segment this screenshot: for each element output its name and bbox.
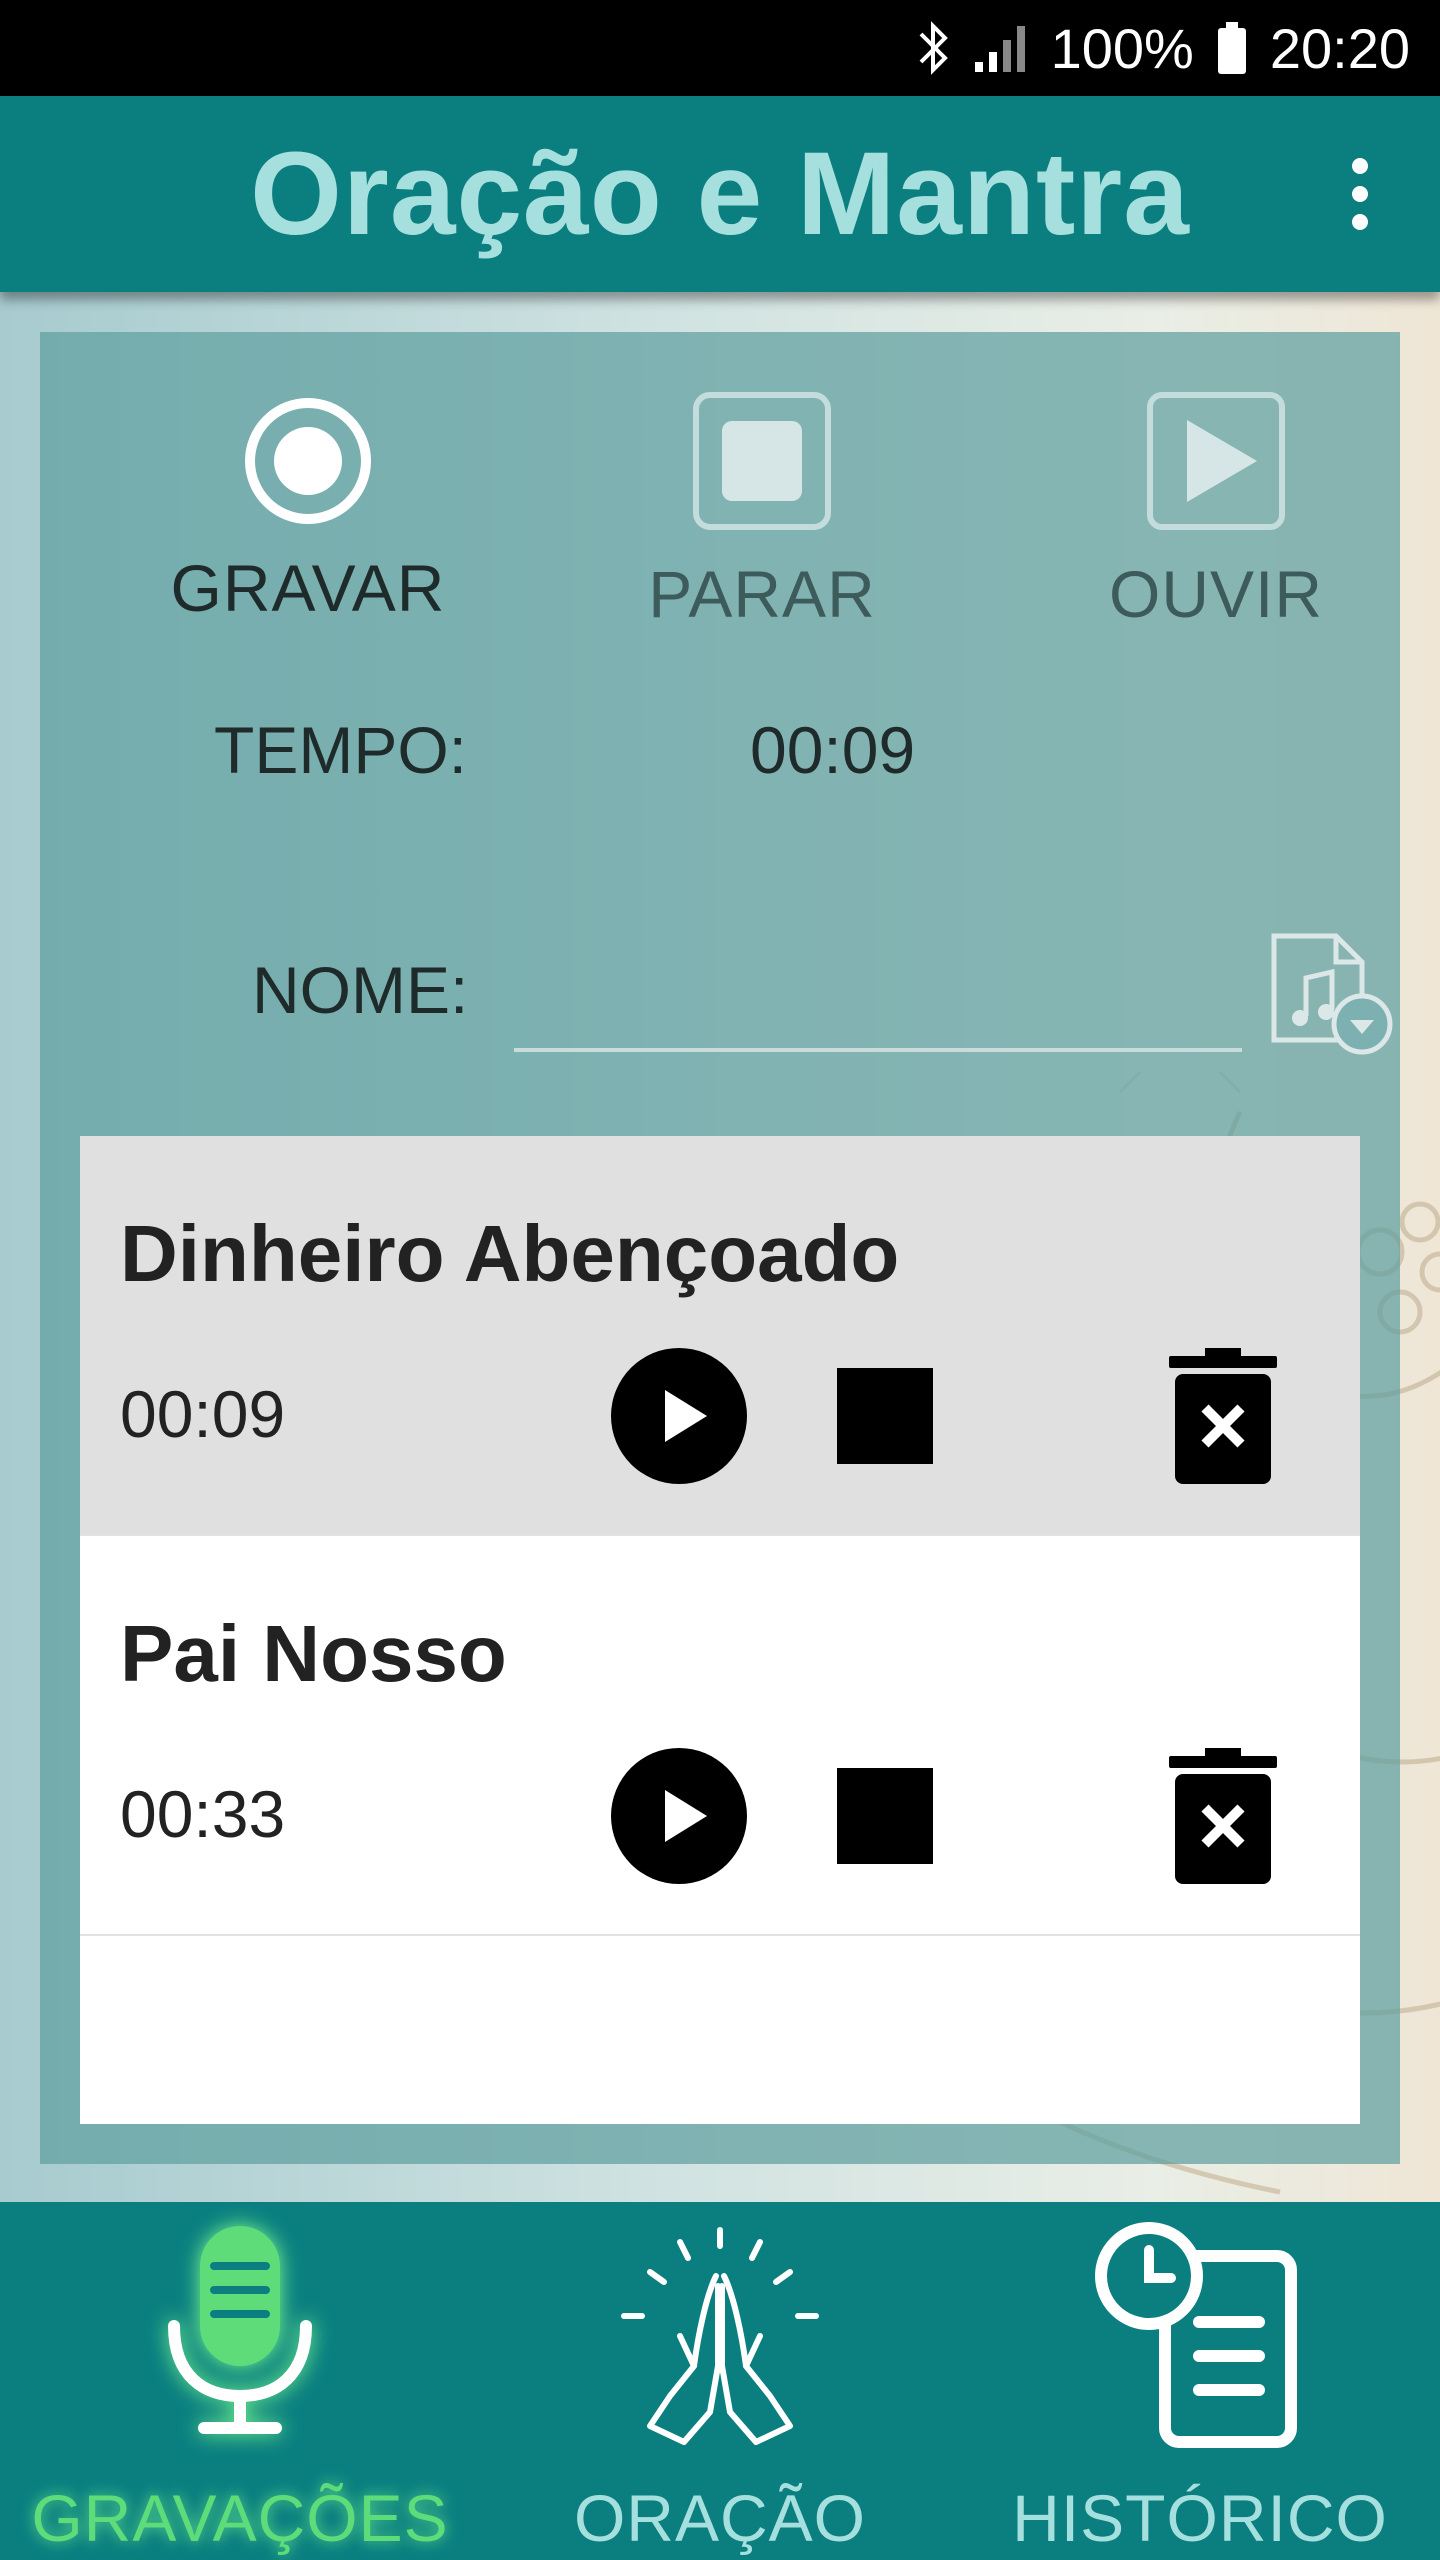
nav-label-recordings: GRAVAÇÕES (31, 2481, 449, 2555)
name-input[interactable] (514, 932, 1242, 1052)
battery-icon (1217, 22, 1246, 74)
record-icon (245, 398, 371, 524)
stop-square-icon[interactable] (837, 1368, 933, 1464)
stop-square-icon[interactable] (837, 1768, 933, 1864)
play-circle-icon[interactable] (611, 1748, 747, 1884)
status-time: 20:20 (1269, 16, 1410, 80)
record-label: GRAVAR (170, 551, 446, 625)
recordings-list: Dinheiro Abençoado 00:09 Pai Nosso 00:33 (80, 1136, 1360, 2124)
battery-percent: 100% (1050, 16, 1194, 80)
nav-item-prayer[interactable]: ORAÇÃO (540, 2202, 900, 2560)
recording-duration: 00:33 (120, 1777, 286, 1851)
bluetooth-icon (919, 21, 948, 75)
list-item[interactable]: Dinheiro Abençoado 00:09 (80, 1136, 1360, 1536)
play-label: OUVIR (1108, 557, 1324, 631)
record-button[interactable]: GRAVAR (158, 396, 458, 626)
list-item[interactable]: Pai Nosso 00:33 (80, 1536, 1360, 1936)
play-icon (1147, 392, 1285, 530)
stop-icon (693, 392, 831, 530)
history-document-icon (1095, 2222, 1297, 2448)
time-value: 00:09 (750, 713, 916, 787)
music-file-icon[interactable] (1266, 930, 1396, 1060)
name-label: NOME: (252, 953, 469, 1027)
delete-icon[interactable] (1167, 1748, 1279, 1884)
nav-label-prayer: ORAÇÃO (573, 2481, 867, 2555)
app-bar: Oração e Mantra (0, 96, 1440, 292)
play-button[interactable]: OUVIR (1066, 390, 1366, 632)
nav-item-recordings[interactable]: GRAVAÇÕES (20, 2202, 460, 2560)
nav-item-history[interactable]: HISTÓRICO (1000, 2202, 1400, 2560)
praying-hands-icon (621, 2227, 819, 2445)
stop-label: PARAR (648, 557, 876, 631)
recording-duration: 00:09 (120, 1377, 286, 1451)
signal-icon (974, 26, 1025, 72)
status-bar: 100% 20:20 (0, 0, 1440, 96)
stop-button[interactable]: PARAR (612, 390, 912, 632)
recording-title: Dinheiro Abençoado (120, 1209, 900, 1298)
microphone-icon (168, 2226, 312, 2434)
delete-icon[interactable] (1167, 1348, 1279, 1484)
more-vert-icon[interactable] (1320, 154, 1400, 234)
bottom-navigation: GRAVAÇÕES ORAÇÃO HISTÓRICO (0, 2202, 1440, 2560)
nav-label-history: HISTÓRICO (1012, 2481, 1388, 2555)
time-label: TEMPO: (214, 713, 468, 787)
recorder-panel: GRAVAR PARAR OUVIR TEMPO: 00:09 NOME: Di… (40, 332, 1400, 2164)
recording-title: Pai Nosso (120, 1609, 507, 1698)
play-circle-icon[interactable] (611, 1348, 747, 1484)
page-title: Oração e Mantra (250, 128, 1190, 260)
